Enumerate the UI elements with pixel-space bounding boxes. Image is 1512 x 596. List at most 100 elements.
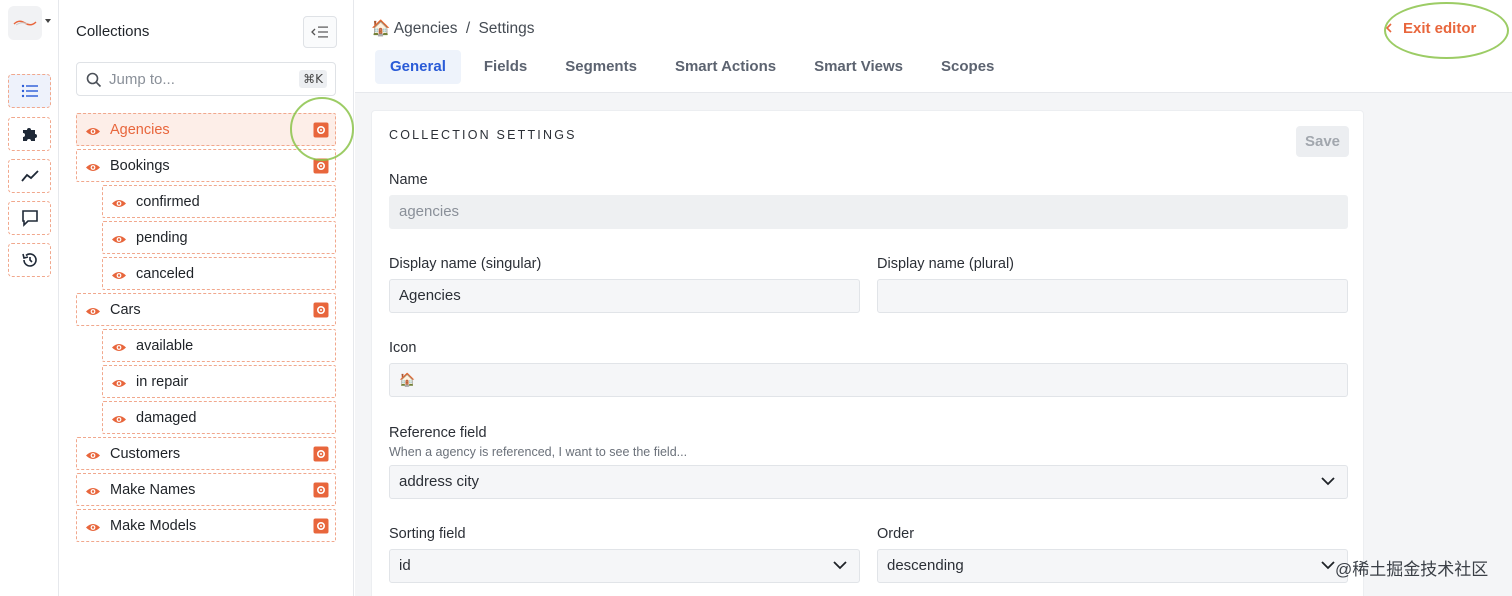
collection-settings-card: COLLECTION SETTINGS Save Name agencies D… bbox=[371, 110, 1364, 596]
rail-collections-button[interactable] bbox=[8, 74, 51, 108]
collection-item-label: pending bbox=[136, 230, 188, 246]
collection-item-label: canceled bbox=[136, 266, 195, 282]
collection-item-label: Make Names bbox=[110, 482, 196, 498]
collection-item[interactable]: Make Models bbox=[76, 509, 336, 542]
rail-messages-button[interactable] bbox=[8, 201, 51, 235]
eye-icon[interactable] bbox=[85, 160, 101, 178]
eye-icon[interactable] bbox=[111, 232, 127, 250]
eye-icon[interactable] bbox=[85, 304, 101, 322]
watermark: @稀土掘金技术社区 bbox=[1335, 560, 1489, 579]
sorting-select[interactable]: id bbox=[389, 549, 860, 583]
reference-hint: When a agency is referenced, I want to s… bbox=[389, 445, 688, 459]
highlight-annotation bbox=[290, 97, 354, 161]
rail-history-button[interactable] bbox=[8, 243, 51, 277]
collection-item-label: confirmed bbox=[136, 194, 200, 210]
logo-caret-icon[interactable] bbox=[45, 19, 51, 23]
reference-select[interactable]: address city bbox=[389, 465, 1348, 499]
collapse-sidebar-button[interactable] bbox=[303, 16, 337, 48]
collection-item[interactable]: available bbox=[102, 329, 336, 362]
breadcrumb-collection[interactable]: Agencies bbox=[394, 20, 458, 37]
shortcut-hint: ⌘K bbox=[299, 70, 327, 88]
collection-item[interactable]: damaged bbox=[102, 401, 336, 434]
reference-value: address city bbox=[399, 473, 480, 490]
settings-gear-icon[interactable] bbox=[313, 518, 329, 534]
icon-rail bbox=[0, 0, 59, 596]
settings-tabs: General Fields Segments Smart Actions Smart … bbox=[375, 50, 1017, 84]
search-icon bbox=[86, 72, 102, 88]
logo-icon bbox=[13, 20, 37, 26]
tab-segments[interactable]: Segments bbox=[550, 50, 652, 84]
eye-icon[interactable] bbox=[111, 268, 127, 286]
eye-icon[interactable] bbox=[111, 376, 127, 394]
breadcrumb-separator: / bbox=[465, 20, 471, 37]
highlight-annotation bbox=[1384, 2, 1509, 59]
collection-item-label: in repair bbox=[136, 374, 189, 390]
collection-item-label: Customers bbox=[110, 446, 181, 462]
sorting-label: Sorting field bbox=[389, 526, 466, 542]
settings-gear-icon[interactable] bbox=[313, 482, 329, 498]
collection-item[interactable]: confirmed bbox=[102, 185, 336, 218]
collection-item[interactable]: canceled bbox=[102, 257, 336, 290]
eye-icon[interactable] bbox=[85, 448, 101, 466]
topbar: 🏠 Agencies / Settings General Fields Segme… bbox=[355, 0, 1512, 93]
collection-item[interactable]: Cars bbox=[76, 293, 336, 326]
collection-item-label: available bbox=[136, 338, 194, 354]
collection-item-label: Make Models bbox=[110, 518, 197, 534]
order-select[interactable]: descending bbox=[877, 549, 1348, 583]
display-singular-field[interactable]: Agencies bbox=[389, 279, 860, 313]
settings-gear-icon[interactable] bbox=[313, 446, 329, 462]
reference-label: Reference field bbox=[389, 425, 487, 441]
display-plural-label: Display name (plural) bbox=[877, 256, 1014, 272]
chart-line-icon bbox=[20, 170, 39, 182]
rail-integrations-button[interactable] bbox=[8, 117, 51, 151]
chevron-down-icon bbox=[1321, 561, 1335, 570]
tab-scopes[interactable]: Scopes bbox=[926, 50, 1009, 84]
order-value: descending bbox=[887, 557, 964, 574]
chevron-down-icon bbox=[1321, 477, 1335, 486]
sorting-value: id bbox=[399, 557, 411, 574]
search-input[interactable] bbox=[109, 69, 289, 89]
collection-item[interactable]: Bookings bbox=[76, 149, 336, 182]
collection-search: ⌘K bbox=[76, 62, 336, 96]
tab-smart-views[interactable]: Smart Views bbox=[799, 50, 918, 84]
icon-field[interactable]: 🏠 bbox=[389, 363, 1348, 397]
list-icon bbox=[21, 84, 38, 98]
eye-icon[interactable] bbox=[85, 520, 101, 538]
main-area: 🏠 Agencies / Settings General Fields Segme… bbox=[355, 0, 1512, 596]
breadcrumb-page: Settings bbox=[478, 20, 535, 37]
display-singular-label: Display name (singular) bbox=[389, 256, 542, 272]
panel-title: Collections bbox=[76, 23, 150, 40]
collection-item[interactable]: Make Names bbox=[76, 473, 336, 506]
eye-icon[interactable] bbox=[111, 196, 127, 214]
tab-fields[interactable]: Fields bbox=[469, 50, 542, 84]
icon-label: Icon bbox=[389, 340, 417, 356]
collection-item-label: damaged bbox=[136, 410, 197, 426]
tab-general[interactable]: General bbox=[375, 50, 461, 84]
save-button[interactable]: Save bbox=[1296, 126, 1349, 157]
settings-gear-icon[interactable] bbox=[313, 302, 329, 318]
history-icon bbox=[21, 253, 37, 267]
collection-item[interactable]: in repair bbox=[102, 365, 336, 398]
rail-analytics-button[interactable] bbox=[8, 159, 51, 193]
name-label: Name bbox=[389, 172, 428, 188]
eye-icon[interactable] bbox=[111, 412, 127, 430]
chat-icon bbox=[21, 210, 38, 227]
eye-icon[interactable] bbox=[85, 124, 101, 142]
eye-icon[interactable] bbox=[111, 340, 127, 358]
collection-item-label: Bookings bbox=[110, 158, 170, 174]
house-icon: 🏠 bbox=[371, 20, 391, 37]
collection-item-label: Cars bbox=[110, 302, 141, 318]
tab-smart-actions[interactable]: Smart Actions bbox=[660, 50, 791, 84]
name-field: agencies bbox=[389, 195, 1348, 229]
collection-item[interactable]: pending bbox=[102, 221, 336, 254]
collection-item[interactable]: Customers bbox=[76, 437, 336, 470]
puzzle-icon bbox=[22, 128, 37, 141]
collapse-icon bbox=[311, 26, 328, 38]
breadcrumb: 🏠 Agencies / Settings bbox=[371, 19, 534, 38]
eye-icon[interactable] bbox=[85, 484, 101, 502]
display-plural-field[interactable] bbox=[877, 279, 1348, 313]
collection-item-label: Agencies bbox=[110, 122, 170, 138]
logo[interactable] bbox=[8, 6, 42, 40]
collections-panel: Collections ⌘K Agencies Bookings confirmed… bbox=[60, 0, 354, 596]
section-title: COLLECTION SETTINGS bbox=[389, 128, 577, 142]
